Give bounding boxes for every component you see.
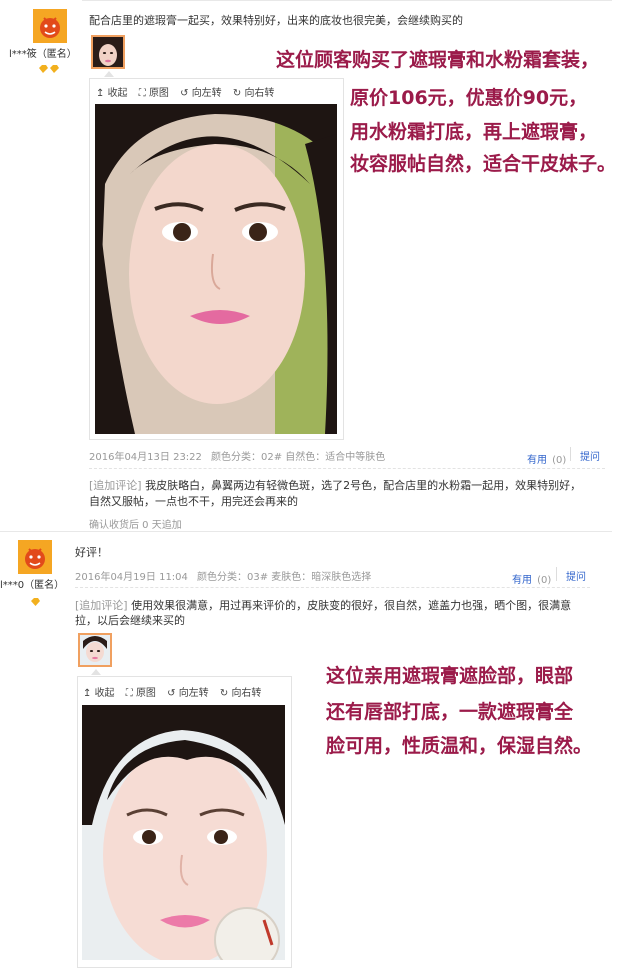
collapse-label-2: 收起 bbox=[94, 688, 115, 699]
useful-label-2: 有用 bbox=[512, 575, 532, 586]
image-toolbar-2: ↥ 收起 ⛶ 原图 ↺ 向左转 ↻ 向右转 bbox=[83, 684, 269, 704]
followup-when: 确认收货后 0 天追加 bbox=[89, 520, 182, 531]
separator-2 bbox=[556, 567, 557, 581]
review-date-2: 2016年04月19日 11:04 bbox=[75, 572, 188, 583]
rotate-left-label-2: 向左转 bbox=[178, 688, 209, 699]
promo-2-line-2: 还有唇部打底，一款遮瑕膏全 bbox=[326, 701, 574, 723]
thumb-pointer-2 bbox=[91, 669, 101, 675]
useful-count: (0) bbox=[552, 455, 567, 466]
collapse-button-2[interactable]: ↥ 收起 bbox=[83, 688, 115, 699]
diamond-icon bbox=[31, 598, 40, 606]
image-toolbar: ↥ 收起 ⛶ 原图 ↺ 向左转 ↻ 向右转 bbox=[96, 84, 282, 104]
thumbnail-photo bbox=[93, 37, 123, 67]
followup-divider-2 bbox=[75, 587, 590, 588]
rotate-right-label-2: 向右转 bbox=[231, 688, 262, 699]
rotate-left-button-2[interactable]: ↺ 向左转 bbox=[167, 688, 209, 699]
promo-2-line-1: 这位亲用遮瑕膏遮脸部，眼部 bbox=[326, 665, 574, 687]
useful-button[interactable]: 有用 (0) bbox=[527, 448, 566, 467]
followup-tag: [追加评论] bbox=[89, 479, 142, 492]
user-avatar-2[interactable] bbox=[18, 540, 52, 574]
rank-badge bbox=[38, 59, 60, 78]
diamond-icon bbox=[39, 65, 59, 73]
rank-badge-2 bbox=[31, 592, 41, 611]
promo-1-line-1: 这位顾客购买了遮瑕膏和水粉霜套装， bbox=[276, 49, 600, 71]
useful-label: 有用 bbox=[527, 455, 547, 466]
followup-tag-2: [追加评论] bbox=[75, 599, 128, 612]
thumb-pointer bbox=[104, 71, 114, 77]
sku-spec-2: 颜色分类：03# 麦肤色：暗深肤色选择 bbox=[197, 572, 372, 583]
collapse-button[interactable]: ↥ 收起 bbox=[96, 88, 128, 99]
face-photo bbox=[95, 104, 337, 434]
followup-line-1-2: [追加评论] 使用效果很满意，用过再来评价的，皮肤变的很好，很自然，遮盖力也强，… bbox=[75, 597, 571, 613]
avatar-mascot-icon bbox=[33, 9, 67, 43]
useful-button-2[interactable]: 有用 (0) bbox=[512, 568, 551, 587]
original-label-2: 原图 bbox=[135, 688, 156, 699]
review-thumbnail-2[interactable] bbox=[78, 633, 112, 667]
followup-divider bbox=[89, 468, 605, 469]
followup-text-1-2: 使用效果很满意，用过再来评价的，皮肤变的很好，很自然，遮盖力也强，晒个图，很满意 bbox=[131, 599, 572, 612]
rotate-right-label: 向右转 bbox=[244, 88, 275, 99]
review-photo[interactable] bbox=[95, 104, 337, 434]
promo-1-line-2: 原价106元，优惠价90元， bbox=[350, 87, 588, 109]
review-divider bbox=[0, 531, 612, 532]
user-avatar[interactable] bbox=[33, 9, 67, 43]
followup-text-1: 我皮肤略白，鼻翼两边有轻微色斑，选了2号色，配合店里的水粉霜一起用，效果特别好， bbox=[145, 479, 582, 492]
reply-link-2[interactable]: 提问 bbox=[566, 568, 586, 583]
original-label: 原图 bbox=[148, 88, 169, 99]
rotate-right-button-2[interactable]: ↻ 向右转 bbox=[220, 688, 262, 699]
reply-link[interactable]: 提问 bbox=[580, 448, 600, 463]
original-button[interactable]: ⛶ 原图 bbox=[139, 88, 169, 99]
avatar-mascot-icon bbox=[18, 540, 52, 574]
separator bbox=[570, 447, 571, 461]
rotate-right-button[interactable]: ↻ 向右转 bbox=[233, 88, 275, 99]
followup-line-1: [追加评论] 我皮肤略白，鼻翼两边有轻微色斑，选了2号色，配合店里的水粉霜一起用… bbox=[89, 477, 581, 493]
thumbnail-photo bbox=[80, 635, 110, 665]
review-photo-2[interactable] bbox=[82, 705, 285, 960]
promo-1-line-3: 用水粉霜打底，再上遮瑕膏， bbox=[350, 121, 598, 143]
top-divider bbox=[82, 0, 612, 1]
username[interactable]: l***筱（匿名） bbox=[9, 45, 77, 60]
review-content-2: 好评！ bbox=[75, 546, 108, 559]
sku-spec: 颜色分类：02# 自然色：适合中等肤色 bbox=[211, 452, 386, 463]
useful-count-2: (0) bbox=[537, 575, 552, 586]
rotate-left-label: 向左转 bbox=[191, 88, 222, 99]
followup-text-2-2: 拉，以后会继续来买的 bbox=[75, 614, 185, 627]
promo-2-line-3: 脸可用，性质温和，保湿自然。 bbox=[326, 735, 593, 757]
review-thumbnail[interactable] bbox=[91, 35, 125, 69]
promo-1-line-4: 妆容服帖自然，适合干皮妹子。 bbox=[350, 153, 617, 175]
username-2[interactable]: l***0（匿名） bbox=[0, 576, 64, 591]
review-date: 2016年04月13日 23:22 bbox=[89, 452, 202, 463]
collapse-label: 收起 bbox=[107, 88, 128, 99]
followup-text-2: 自然又服帖，一点也不干，用完还会再来的 bbox=[89, 495, 298, 508]
face-photo bbox=[82, 705, 285, 960]
rotate-left-button[interactable]: ↺ 向左转 bbox=[180, 88, 222, 99]
original-button-2[interactable]: ⛶ 原图 bbox=[126, 688, 156, 699]
review-content: 配合店里的遮瑕膏一起买，效果特别好，出来的底妆也很完美，会继续购买的 bbox=[89, 14, 463, 27]
